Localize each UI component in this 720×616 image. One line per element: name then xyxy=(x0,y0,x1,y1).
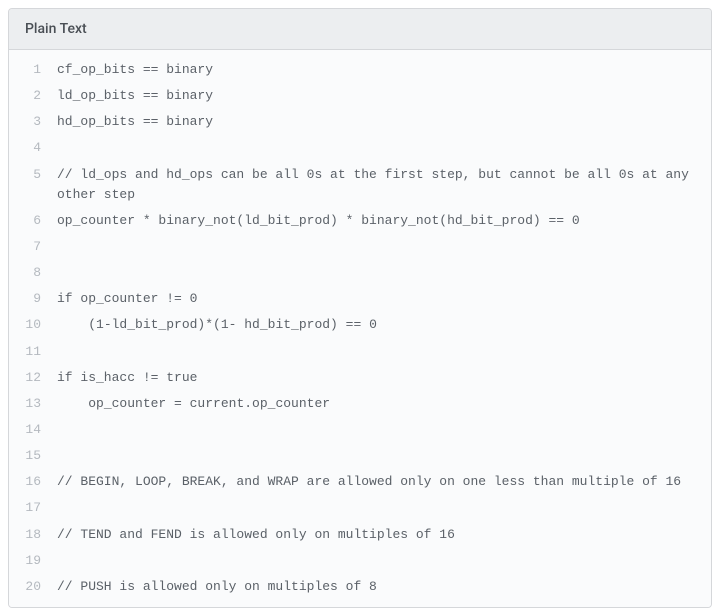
line-number: 7 xyxy=(9,234,45,260)
line-number: 1 xyxy=(9,50,45,83)
line-text: // ld_ops and hd_ops can be all 0s at th… xyxy=(45,162,711,208)
line-text xyxy=(45,260,711,286)
line-text: if op_counter != 0 xyxy=(45,286,711,312)
line-number: 3 xyxy=(9,109,45,135)
code-line: 8 xyxy=(9,260,711,286)
code-line: 11 xyxy=(9,339,711,365)
line-number: 8 xyxy=(9,260,45,286)
language-label: Plain Text xyxy=(25,21,87,37)
code-line: 1cf_op_bits == binary xyxy=(9,50,711,83)
code-line: 16// BEGIN, LOOP, BREAK, and WRAP are al… xyxy=(9,469,711,495)
line-number: 18 xyxy=(9,522,45,548)
line-number: 2 xyxy=(9,83,45,109)
code-line: 17 xyxy=(9,495,711,521)
line-number: 19 xyxy=(9,548,45,574)
line-number: 5 xyxy=(9,162,45,188)
code-line: 6op_counter * binary_not(ld_bit_prod) * … xyxy=(9,208,711,234)
line-number: 4 xyxy=(9,135,45,161)
line-text: if is_hacc != true xyxy=(45,365,711,391)
line-text xyxy=(45,234,711,260)
code-block-header: Plain Text xyxy=(9,9,711,50)
code-line: 12if is_hacc != true xyxy=(9,365,711,391)
line-text xyxy=(45,495,711,521)
line-number: 20 xyxy=(9,574,45,607)
line-text: // BEGIN, LOOP, BREAK, and WRAP are allo… xyxy=(45,469,711,495)
code-line: 15 xyxy=(9,443,711,469)
code-line: 3hd_op_bits == binary xyxy=(9,109,711,135)
code-line: 5// ld_ops and hd_ops can be all 0s at t… xyxy=(9,162,711,208)
line-number: 9 xyxy=(9,286,45,312)
code-line: 7 xyxy=(9,234,711,260)
line-text: // TEND and FEND is allowed only on mult… xyxy=(45,522,711,548)
line-text xyxy=(45,135,711,161)
line-number: 6 xyxy=(9,208,45,234)
line-text: hd_op_bits == binary xyxy=(45,109,711,135)
line-text xyxy=(45,417,711,443)
line-text: op_counter = current.op_counter xyxy=(45,391,711,417)
line-text: ld_op_bits == binary xyxy=(45,83,711,109)
line-text: cf_op_bits == binary xyxy=(45,50,711,83)
line-number: 17 xyxy=(9,495,45,521)
line-number: 15 xyxy=(9,443,45,469)
code-line: 18// TEND and FEND is allowed only on mu… xyxy=(9,522,711,548)
line-number: 11 xyxy=(9,339,45,365)
line-number: 12 xyxy=(9,365,45,391)
line-text xyxy=(45,339,711,365)
code-line: 19 xyxy=(9,548,711,574)
line-text: (1-ld_bit_prod)*(1- hd_bit_prod) == 0 xyxy=(45,312,711,338)
code-line: 2ld_op_bits == binary xyxy=(9,83,711,109)
line-text xyxy=(45,548,711,574)
code-block: Plain Text 1cf_op_bits == binary2ld_op_b… xyxy=(8,8,712,608)
code-line: 10 (1-ld_bit_prod)*(1- hd_bit_prod) == 0 xyxy=(9,312,711,338)
code-line: 9if op_counter != 0 xyxy=(9,286,711,312)
code-line: 4 xyxy=(9,135,711,161)
line-number: 13 xyxy=(9,391,45,417)
line-text: op_counter * binary_not(ld_bit_prod) * b… xyxy=(45,208,711,234)
code-body: 1cf_op_bits == binary2ld_op_bits == bina… xyxy=(9,50,711,607)
code-line: 14 xyxy=(9,417,711,443)
line-text xyxy=(45,443,711,469)
line-number: 16 xyxy=(9,469,45,495)
code-line: 13 op_counter = current.op_counter xyxy=(9,391,711,417)
line-text: // PUSH is allowed only on multiples of … xyxy=(45,574,711,607)
code-line: 20// PUSH is allowed only on multiples o… xyxy=(9,574,711,607)
line-number: 14 xyxy=(9,417,45,443)
line-number: 10 xyxy=(9,312,45,338)
